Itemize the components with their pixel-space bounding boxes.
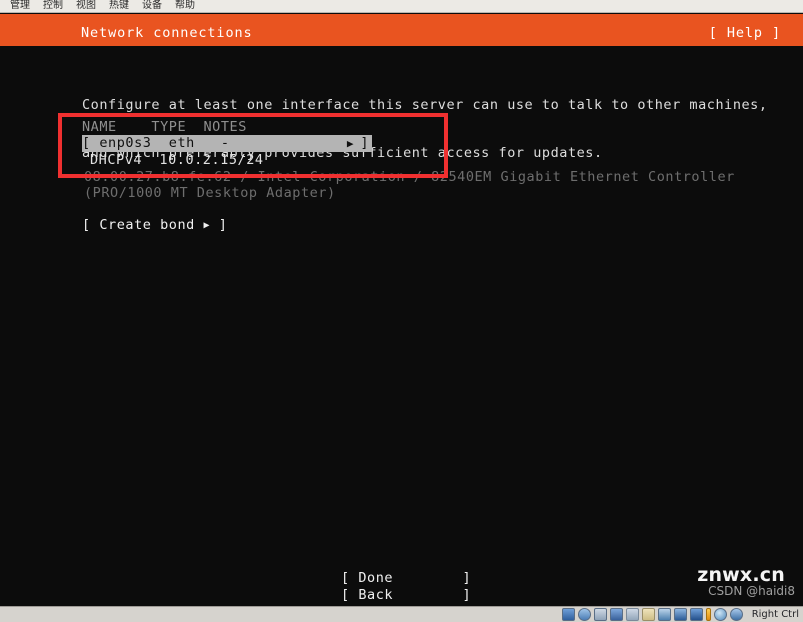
mouse-icon[interactable] <box>713 608 727 621</box>
create-bond-button[interactable]: [ Create bond ▶ ] <box>82 217 227 234</box>
display-icon[interactable] <box>657 608 671 621</box>
back-button[interactable]: [ Back ] <box>341 587 471 604</box>
create-bond-label: [ Create bond <box>82 217 204 233</box>
menu-manage[interactable]: 管理 <box>4 0 37 12</box>
table-row-enp0s3[interactable]: [ enp0s3 eth - ▶ ] <box>82 135 372 152</box>
recording-icon[interactable] <box>673 608 687 621</box>
page-title: Network connections <box>81 24 253 41</box>
menu-help[interactable]: 帮助 <box>169 0 202 12</box>
virtualbox-statusbar: Right Ctrl <box>0 606 803 622</box>
menu-machine[interactable]: 控制 <box>37 0 70 12</box>
create-bond-close-bracket: ] <box>210 217 228 233</box>
installer-screen: Network connections [ Help ] Configure a… <box>0 14 803 606</box>
watermark-secondary: CSDN @haidi8 <box>708 584 795 598</box>
statusbar-icons: Right Ctrl <box>561 608 799 621</box>
chevron-right-icon: ▶ <box>346 137 354 150</box>
guest-console: Network connections [ Help ] Configure a… <box>0 14 803 606</box>
host-key-label: Right Ctrl <box>751 608 799 620</box>
hard-disk-icon[interactable] <box>561 608 575 621</box>
virtualbox-menubar: 管理 控制 视图 热键 设备 帮助 <box>0 0 803 13</box>
virtualbox-window: 管理 控制 视图 热键 设备 帮助 Network connections [ … <box>0 0 803 622</box>
interface-row-label: [ enp0s3 eth - <box>82 135 230 151</box>
description-line-1: Configure at least one interface this se… <box>82 97 768 113</box>
footer-buttons: [ Done ] [ Back ] <box>341 570 471 604</box>
features-icon[interactable] <box>689 608 703 621</box>
optical-drive-icon[interactable] <box>577 608 591 621</box>
interfaces-table: NAME TYPE NOTES [ enp0s3 eth - ▶ ] DHCPv… <box>82 119 734 201</box>
shared-folder-icon[interactable] <box>641 608 655 621</box>
menu-devices[interactable]: 设备 <box>136 0 169 12</box>
floppy-drive-icon[interactable] <box>593 608 607 621</box>
host-key-icon[interactable] <box>729 608 743 621</box>
installer-body: Configure at least one interface this se… <box>0 46 803 606</box>
network-icon[interactable] <box>609 608 623 621</box>
menu-input[interactable]: 热键 <box>103 0 136 12</box>
interface-row-close-bracket: ] <box>360 135 369 151</box>
watermark-primary: znwx.cn <box>697 564 785 586</box>
table-column-headers: NAME TYPE NOTES <box>82 119 247 135</box>
activity-bar-icon <box>705 608 711 621</box>
installer-header: Network connections [ Help ] <box>0 19 803 46</box>
help-button[interactable]: [ Help ] <box>709 25 781 41</box>
done-button[interactable]: [ Done ] <box>341 570 471 587</box>
usb-icon[interactable] <box>625 608 639 621</box>
menu-view[interactable]: 视图 <box>70 0 103 12</box>
